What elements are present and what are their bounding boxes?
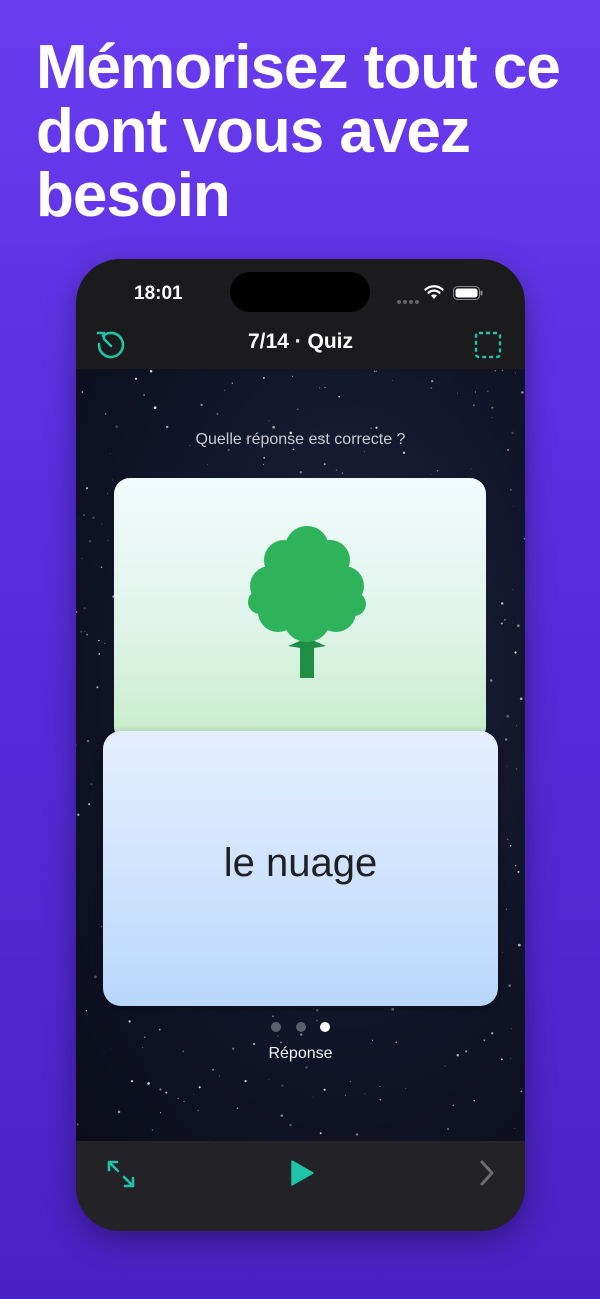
quiz-question: Quelle réponse est correcte ?: [195, 431, 406, 448]
page-dot[interactable]: [271, 1022, 282, 1032]
chevron-right-icon[interactable]: [477, 1159, 497, 1187]
page-indicator[interactable]: [76, 1019, 525, 1037]
dashed-square-icon[interactable]: [474, 331, 502, 359]
quiz-area: Quelle réponse est correcte ? le nuage R…: [76, 369, 525, 1141]
cellular-signal-icon: [397, 291, 421, 309]
marketing-headline: Mémorisez tout ce dont vous avez besoin: [36, 33, 561, 230]
tree-icon: [248, 526, 366, 678]
image-card[interactable]: [114, 478, 486, 743]
page-dot[interactable]: [295, 1022, 306, 1032]
quiz-progress-title: 7/14 · Quiz: [247, 330, 354, 353]
play-icon[interactable]: [288, 1159, 316, 1187]
answer-word: le nuage: [223, 841, 378, 885]
status-time: 18:01: [134, 283, 183, 304]
bottom-toolbar: [76, 1141, 525, 1231]
status-bar: 18:01: [76, 259, 525, 319]
page-dot-active[interactable]: [319, 1022, 330, 1032]
answer-card[interactable]: le nuage: [103, 731, 498, 1006]
nav-bar: 7/14 · Quiz: [76, 323, 525, 369]
wifi-icon: [424, 285, 444, 299]
dynamic-island: [230, 272, 370, 312]
page-label: Réponse: [268, 1045, 333, 1062]
expand-icon[interactable]: [104, 1157, 138, 1191]
battery-icon: [453, 286, 483, 300]
phone-frame: 18:01 7/14 · Quiz Quelle réponse est cor…: [76, 259, 525, 1231]
